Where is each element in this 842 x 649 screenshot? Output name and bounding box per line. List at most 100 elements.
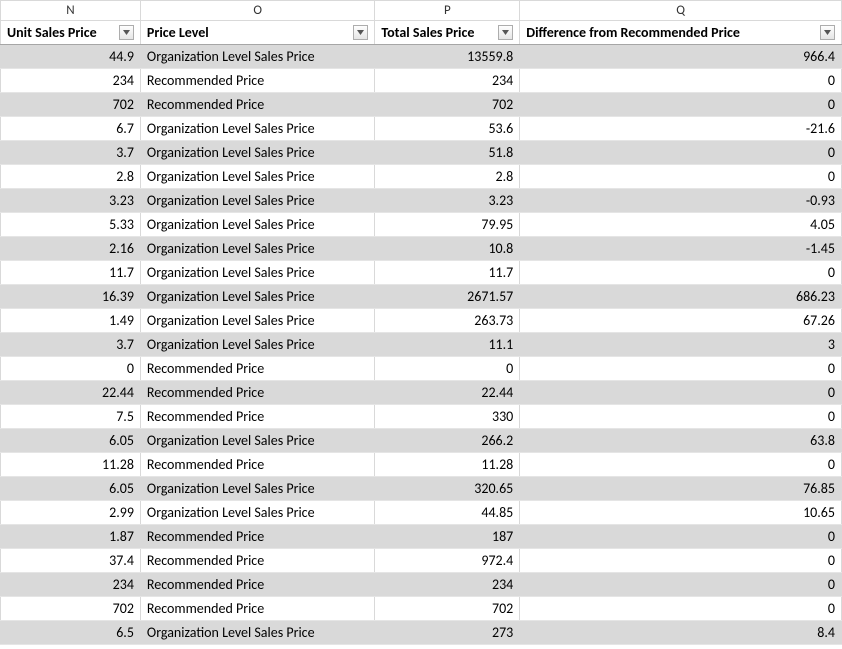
cell-unit-sales-price[interactable]: 1.49 (1, 309, 141, 333)
cell-difference[interactable]: -0.93 (520, 189, 842, 213)
cell-unit-sales-price[interactable]: 7.5 (1, 405, 141, 429)
cell-unit-sales-price[interactable]: 234 (1, 573, 141, 597)
cell-unit-sales-price[interactable]: 1.87 (1, 525, 141, 549)
cell-total-sales-price[interactable]: 266.2 (375, 429, 520, 453)
cell-unit-sales-price[interactable]: 6.05 (1, 429, 141, 453)
column-letter-n[interactable]: N (1, 1, 141, 21)
cell-total-sales-price[interactable]: 11.1 (375, 333, 520, 357)
cell-difference[interactable]: 67.26 (520, 309, 842, 333)
cell-unit-sales-price[interactable]: 6.5 (1, 621, 141, 645)
cell-total-sales-price[interactable]: 44.85 (375, 501, 520, 525)
cell-total-sales-price[interactable]: 263.73 (375, 309, 520, 333)
header-total-sales-price[interactable]: Total Sales Price (375, 21, 520, 45)
cell-difference[interactable]: 0 (520, 141, 842, 165)
cell-total-sales-price[interactable]: 234 (375, 69, 520, 93)
cell-difference[interactable]: 966.4 (520, 45, 842, 69)
cell-price-level[interactable]: Organization Level Sales Price (140, 333, 374, 357)
cell-unit-sales-price[interactable]: 3.7 (1, 333, 141, 357)
column-letter-o[interactable]: O (140, 1, 374, 21)
cell-difference[interactable]: 686.23 (520, 285, 842, 309)
cell-total-sales-price[interactable]: 702 (375, 597, 520, 621)
column-letter-q[interactable]: Q (520, 1, 842, 21)
cell-total-sales-price[interactable]: 22.44 (375, 381, 520, 405)
cell-difference[interactable]: 0 (520, 165, 842, 189)
cell-total-sales-price[interactable]: 972.4 (375, 549, 520, 573)
cell-unit-sales-price[interactable]: 0 (1, 357, 141, 381)
filter-dropdown-icon[interactable] (820, 25, 835, 40)
cell-unit-sales-price[interactable]: 44.9 (1, 45, 141, 69)
cell-unit-sales-price[interactable]: 234 (1, 69, 141, 93)
cell-total-sales-price[interactable]: 330 (375, 405, 520, 429)
cell-difference[interactable]: 0 (520, 381, 842, 405)
cell-total-sales-price[interactable]: 0 (375, 357, 520, 381)
cell-total-sales-price[interactable]: 11.28 (375, 453, 520, 477)
cell-unit-sales-price[interactable]: 3.23 (1, 189, 141, 213)
cell-price-level[interactable]: Organization Level Sales Price (140, 117, 374, 141)
cell-difference[interactable]: 0 (520, 573, 842, 597)
cell-difference[interactable]: 4.05 (520, 213, 842, 237)
cell-price-level[interactable]: Recommended Price (140, 573, 374, 597)
cell-unit-sales-price[interactable]: 702 (1, 93, 141, 117)
cell-total-sales-price[interactable]: 51.8 (375, 141, 520, 165)
cell-difference[interactable]: 3 (520, 333, 842, 357)
cell-price-level[interactable]: Recommended Price (140, 93, 374, 117)
cell-price-level[interactable]: Organization Level Sales Price (140, 141, 374, 165)
cell-price-level[interactable]: Organization Level Sales Price (140, 261, 374, 285)
cell-difference[interactable]: 0 (520, 69, 842, 93)
cell-price-level[interactable]: Organization Level Sales Price (140, 189, 374, 213)
cell-unit-sales-price[interactable]: 2.8 (1, 165, 141, 189)
cell-price-level[interactable]: Organization Level Sales Price (140, 45, 374, 69)
cell-difference[interactable]: 0 (520, 405, 842, 429)
cell-price-level[interactable]: Recommended Price (140, 381, 374, 405)
cell-total-sales-price[interactable]: 79.95 (375, 213, 520, 237)
cell-total-sales-price[interactable]: 273 (375, 621, 520, 645)
cell-unit-sales-price[interactable]: 2.16 (1, 237, 141, 261)
cell-unit-sales-price[interactable]: 5.33 (1, 213, 141, 237)
cell-unit-sales-price[interactable]: 2.99 (1, 501, 141, 525)
cell-difference[interactable]: 0 (520, 357, 842, 381)
cell-unit-sales-price[interactable]: 22.44 (1, 381, 141, 405)
cell-price-level[interactable]: Recommended Price (140, 549, 374, 573)
cell-difference[interactable]: 63.8 (520, 429, 842, 453)
cell-price-level[interactable]: Recommended Price (140, 525, 374, 549)
cell-unit-sales-price[interactable]: 3.7 (1, 141, 141, 165)
cell-unit-sales-price[interactable]: 37.4 (1, 549, 141, 573)
cell-price-level[interactable]: Organization Level Sales Price (140, 501, 374, 525)
cell-total-sales-price[interactable]: 53.6 (375, 117, 520, 141)
cell-unit-sales-price[interactable]: 11.7 (1, 261, 141, 285)
cell-price-level[interactable]: Organization Level Sales Price (140, 429, 374, 453)
cell-unit-sales-price[interactable]: 702 (1, 597, 141, 621)
cell-total-sales-price[interactable]: 2.8 (375, 165, 520, 189)
header-unit-sales-price[interactable]: Unit Sales Price (1, 21, 141, 45)
cell-price-level[interactable]: Organization Level Sales Price (140, 285, 374, 309)
cell-difference[interactable]: 0 (520, 261, 842, 285)
cell-difference[interactable]: 10.65 (520, 501, 842, 525)
header-difference[interactable]: Difference from Recommended Price (520, 21, 842, 45)
cell-total-sales-price[interactable]: 702 (375, 93, 520, 117)
cell-price-level[interactable]: Organization Level Sales Price (140, 213, 374, 237)
cell-difference[interactable]: 0 (520, 525, 842, 549)
column-letter-p[interactable]: P (375, 1, 520, 21)
cell-price-level[interactable]: Organization Level Sales Price (140, 165, 374, 189)
cell-total-sales-price[interactable]: 2671.57 (375, 285, 520, 309)
cell-price-level[interactable]: Recommended Price (140, 453, 374, 477)
cell-price-level[interactable]: Recommended Price (140, 69, 374, 93)
cell-difference[interactable]: -21.6 (520, 117, 842, 141)
cell-total-sales-price[interactable]: 3.23 (375, 189, 520, 213)
cell-price-level[interactable]: Organization Level Sales Price (140, 477, 374, 501)
cell-price-level[interactable]: Organization Level Sales Price (140, 621, 374, 645)
cell-unit-sales-price[interactable]: 16.39 (1, 285, 141, 309)
cell-total-sales-price[interactable]: 234 (375, 573, 520, 597)
cell-price-level[interactable]: Recommended Price (140, 405, 374, 429)
cell-price-level[interactable]: Organization Level Sales Price (140, 237, 374, 261)
cell-difference[interactable]: 76.85 (520, 477, 842, 501)
cell-total-sales-price[interactable]: 10.8 (375, 237, 520, 261)
cell-difference[interactable]: 8.4 (520, 621, 842, 645)
cell-total-sales-price[interactable]: 13559.8 (375, 45, 520, 69)
cell-total-sales-price[interactable]: 11.7 (375, 261, 520, 285)
filter-dropdown-icon[interactable] (119, 25, 134, 40)
filter-dropdown-icon[interactable] (353, 25, 368, 40)
cell-unit-sales-price[interactable]: 6.7 (1, 117, 141, 141)
cell-difference[interactable]: 0 (520, 597, 842, 621)
cell-price-level[interactable]: Recommended Price (140, 357, 374, 381)
